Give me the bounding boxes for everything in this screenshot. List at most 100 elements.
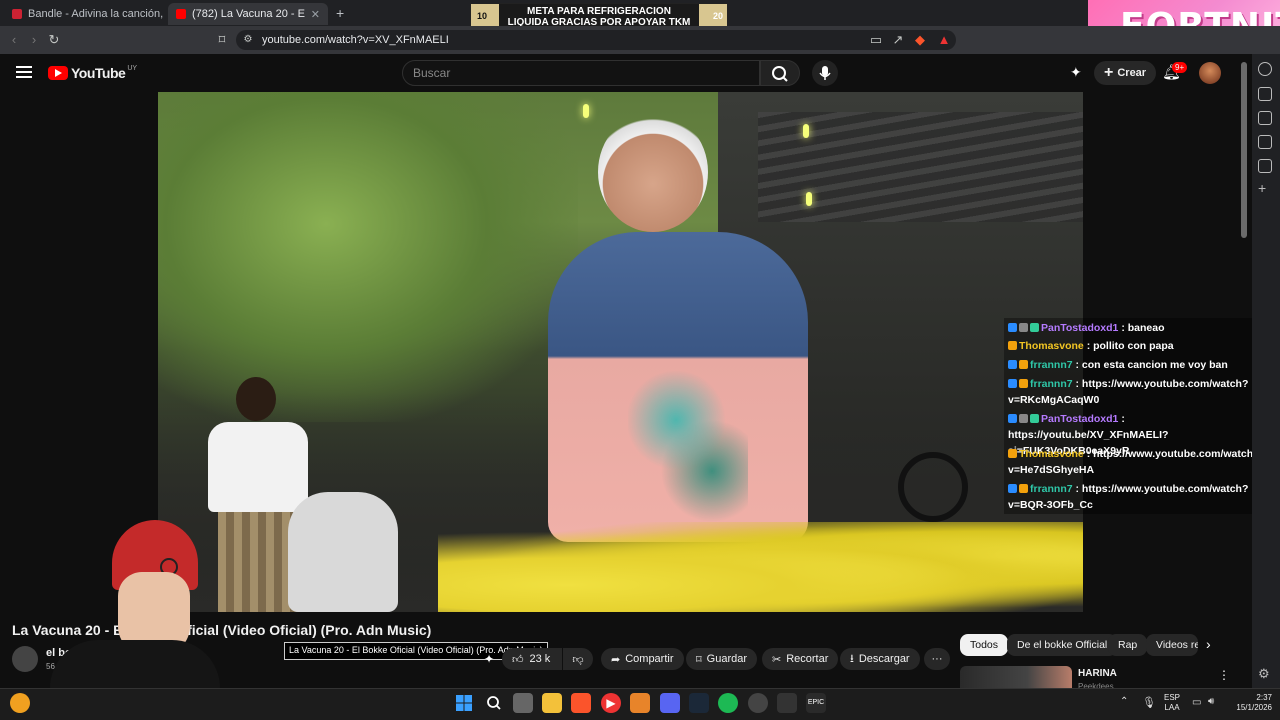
weather-widget-icon[interactable] (10, 693, 30, 713)
share-label: Compartir (625, 653, 674, 665)
video-player[interactable] (158, 92, 1083, 612)
microphone-icon (819, 66, 831, 80)
chips-next-icon[interactable]: › (1206, 636, 1211, 652)
like-sparkle-icon: ✦ (484, 652, 495, 666)
menu-icon[interactable] (16, 64, 32, 78)
forward-icon[interactable]: › (26, 32, 42, 48)
bookmark-icon[interactable]: ⌑ (214, 32, 230, 48)
dress-pattern (628, 352, 748, 522)
sub-badge-icon (1008, 379, 1017, 388)
spotify-icon[interactable] (718, 693, 738, 713)
cast-icon[interactable]: ▭ (868, 32, 884, 48)
chat-message: Thomasvone : https://www.youtube.com/wat… (1008, 446, 1276, 478)
steam-icon[interactable] (689, 693, 709, 713)
scooter (288, 492, 398, 612)
leo-ai-icon[interactable] (1258, 62, 1272, 76)
epic-games-icon[interactable]: EPIC (806, 693, 826, 713)
tray-overflow-icon[interactable]: ⌃ (1120, 696, 1128, 707)
download-button[interactable]: ⭳ Descargar (840, 648, 920, 670)
recommendation-menu-icon[interactable]: ⋮ (1218, 668, 1230, 682)
volume-icon[interactable]: 🔊︎ (1208, 696, 1214, 707)
site-info-icon[interactable]: ⚙ (240, 32, 256, 48)
chip-videos[interactable]: Videos re (1146, 634, 1198, 656)
background-person-head (236, 377, 276, 421)
search-button[interactable] (760, 60, 800, 86)
valorant-icon[interactable] (777, 693, 797, 713)
obs-icon[interactable] (748, 693, 768, 713)
video-subject-head (598, 112, 708, 232)
clock[interactable]: 2:37 15/1/2026 (1226, 693, 1272, 713)
voice-search-button[interactable] (812, 60, 838, 86)
search-icon (772, 66, 788, 82)
brave-rewards-icon[interactable]: ▲ (936, 32, 952, 48)
discord-icon[interactable] (660, 693, 680, 713)
search-icon (487, 696, 501, 710)
reading-list-icon[interactable] (1258, 87, 1272, 101)
like-button[interactable]: 👍︎ 23 k (502, 648, 562, 670)
avatar[interactable] (1199, 62, 1221, 84)
bookmark-save-icon: ⌑ (696, 653, 702, 666)
more-actions-button[interactable]: ··· (924, 648, 950, 670)
thumbs-down-icon: 👎︎ (572, 653, 584, 666)
media-player-icon[interactable]: ▶ (601, 693, 621, 713)
sub-badge-icon (1008, 341, 1017, 350)
recommendation-title[interactable]: HARINA (1078, 668, 1117, 679)
file-explorer-icon[interactable] (542, 693, 562, 713)
light-bulb (803, 124, 809, 138)
sub-badge-icon (1008, 449, 1017, 458)
region-code: UY (127, 64, 138, 72)
page-scrollbar[interactable] (1241, 62, 1247, 238)
brave-shields-icon[interactable]: ◆ (912, 32, 928, 48)
recommendation-thumbnail[interactable] (960, 666, 1072, 688)
chat-username: PanTostadoxd1 (1041, 322, 1119, 334)
chip-rap[interactable]: Rap (1108, 634, 1148, 656)
tab-youtube[interactable]: (782) La Vacuna 20 - El Bokke ✕ (168, 3, 328, 25)
app-icon[interactable] (630, 693, 650, 713)
new-tab-button[interactable]: + (336, 5, 344, 21)
goal-text: META PARA REFRIGERACION LIQUIDA GRACIAS … (499, 4, 699, 28)
create-button[interactable]: + Crear (1094, 61, 1157, 85)
dislike-button[interactable]: 👎︎ (563, 648, 593, 670)
tab-bandle[interactable]: Bandle - Adivina la canción, un instru (4, 3, 164, 25)
mod-badge-icon (1019, 323, 1028, 332)
avatar-tank-top (50, 640, 220, 688)
address-bar[interactable]: youtube.com/watch?v=XV_XFnMAELI (236, 30, 956, 50)
clip-button[interactable]: ✂ Recortar (762, 648, 839, 670)
save-button[interactable]: ⌑ Guardar (686, 648, 758, 670)
brave-browser-icon[interactable] (571, 693, 591, 713)
task-view-icon[interactable] (513, 693, 533, 713)
sidebar-settings-icon[interactable]: ⚙ (1258, 666, 1270, 682)
taskbar-search-icon[interactable] (484, 693, 504, 713)
add-sidebar-icon[interactable]: + (1258, 180, 1266, 196)
language-indicator[interactable]: ESP LAA (1164, 693, 1180, 713)
close-tab-icon[interactable]: ✕ (305, 8, 320, 21)
share-button[interactable]: ➦ Compartir (601, 648, 684, 670)
notification-count-badge: 9+ (1172, 62, 1188, 73)
chip-todos[interactable]: Todos (960, 634, 1009, 656)
subscriber-badge-icon (1008, 323, 1017, 332)
youtube-logo[interactable]: YouTube UY (48, 65, 137, 81)
chat-username: frrannn7 (1030, 359, 1073, 371)
create-shorts-icon[interactable]: ✦ (1070, 64, 1082, 81)
bookmarks-icon[interactable] (1258, 135, 1272, 149)
chat-message: frrannn7 : https://www.youtube.com/watch… (1008, 376, 1276, 408)
tray-mic-icon[interactable]: 🎙︎ (1142, 696, 1156, 709)
goal-end: 20 (712, 11, 723, 21)
share-icon[interactable]: ↗ (890, 32, 906, 48)
search-input[interactable]: Buscar (402, 60, 760, 86)
history-icon[interactable] (1258, 159, 1272, 173)
back-icon[interactable]: ‹ (6, 32, 22, 48)
sub-badge-icon (1008, 360, 1017, 369)
reload-icon[interactable]: ↻ (46, 32, 62, 48)
sub-badge-icon (1008, 414, 1017, 423)
background-person-shirt (208, 422, 308, 512)
language-code: ESP (1164, 693, 1181, 702)
plus-icon: + (1104, 64, 1114, 81)
wallet-icon[interactable] (1258, 111, 1272, 125)
share-arrow-icon: ➦ (611, 653, 621, 666)
network-icon[interactable]: ▭ (1192, 697, 1201, 708)
save-label: Guardar (706, 653, 748, 665)
start-button[interactable] (454, 693, 474, 713)
chip-channel[interactable]: De el bokke Official (1007, 634, 1118, 656)
streamer-avatar-overlay (30, 520, 230, 688)
